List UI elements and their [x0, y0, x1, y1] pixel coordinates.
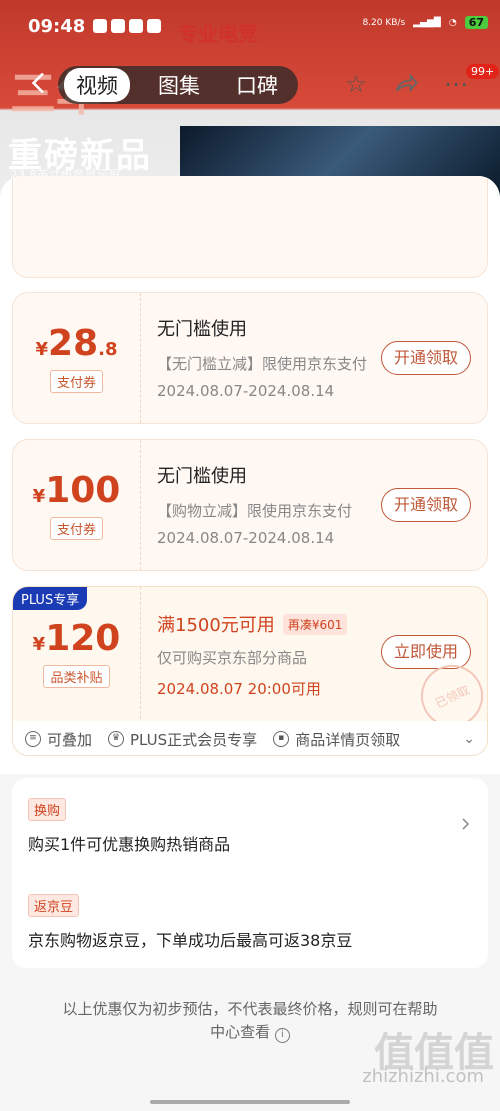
network-speed: 8.20 KB/s: [362, 17, 406, 28]
coupon-title: 无门槛使用: [157, 466, 247, 487]
coupon-icon: ▪: [273, 731, 290, 747]
coupon-date: 2024.08.07-2024.08.14: [157, 529, 335, 547]
coupon-amount: ¥120: [33, 618, 121, 659]
promo-item-exchange[interactable]: 换购 购买1件可优惠换购热销商品: [28, 798, 472, 855]
coupon-description: 仅可购买京东部分商品: [157, 649, 308, 667]
wechat-icon: [111, 19, 126, 33]
coupon-card: ¥100 支付券 无门槛使用 【购物立减】限使用京东支付 2024.08.07-…: [12, 439, 488, 571]
watermark-url: zhizhizhi.com: [362, 1066, 484, 1087]
star-icon[interactable]: ☆: [342, 70, 370, 98]
coupon-amount: ¥100: [33, 470, 121, 511]
currency-symbol: ¥: [32, 486, 46, 507]
share-icon[interactable]: [392, 70, 420, 98]
back-icon[interactable]: [26, 70, 52, 96]
tab-gallery[interactable]: 图集: [150, 68, 208, 102]
coupon-card: ¥28.8 支付券 无门槛使用 【无门槛立减】限使用京东支付 2024.08.0…: [12, 292, 488, 424]
coupon-threshold: 满1500元可用 再凑¥601: [157, 611, 387, 637]
coupon-date: 2024.08.07-2024.08.14: [157, 382, 335, 400]
tab-video[interactable]: 视频: [64, 68, 130, 102]
notification-icons: [93, 19, 162, 33]
status-right: 8.20 KB/s ▂▄▆█ ◔ 67: [362, 16, 488, 29]
coupon-title: 满1500元可用: [157, 615, 275, 636]
currency-symbol: ¥: [35, 339, 49, 360]
promo-text: 京东购物返京豆，下单成功后最高可返38京豆: [28, 931, 353, 950]
claim-button[interactable]: 开通领取: [380, 488, 471, 522]
feature-label: 商品详情页领取: [295, 730, 401, 749]
top-nav: 视频 图集 口碑 ☆ ⋯ 99+: [0, 60, 500, 108]
status-bar: 09:48 专业电竞 8.20 KB/s ▂▄▆█ ◔ 67: [0, 0, 500, 60]
discount-sheet: 优惠 ¥28.8 支付券 无门槛使用 【无门槛立减】限使用京东支付 2024.0…: [0, 176, 500, 1111]
wifi-icon: ◔: [448, 17, 457, 28]
coupon-title: 无门槛使用: [157, 319, 247, 340]
coupon-description: 【购物立减】限使用京东支付: [157, 502, 353, 520]
coupon-details: 无门槛使用 【无门槛立减】限使用京东支付 2024.08.07-2024.08.…: [157, 315, 377, 400]
amount-value: 28: [48, 323, 99, 364]
coupon-date: 2024.08.07 20:00可用: [157, 680, 321, 698]
info-icon[interactable]: i: [274, 1028, 290, 1043]
app-notification-icon: [129, 19, 144, 33]
coupon-type-tag: 品类补贴: [43, 665, 110, 688]
feature-plus-only: ♛ PLUS正式会员专享: [108, 729, 257, 750]
plus-coupon-card: PLUS专享 ¥120 品类补贴 满1500元可用 再凑¥601 仅可购买京东部…: [12, 586, 488, 756]
other-promotions: 换购 购买1件可优惠换购热销商品 返京豆 京东购物返京豆，下单成功后最高可返38…: [12, 778, 488, 968]
chevron-down-icon[interactable]: ⌄: [463, 731, 475, 747]
feature-stackable: ≡ 可叠加: [25, 729, 92, 750]
promo-text: 购买1件可优惠换购热销商品: [28, 835, 231, 854]
media-tabs: 视频 图集 口碑: [58, 66, 298, 104]
coupon-type-tag: 支付券: [49, 370, 103, 393]
coupon-type-tag: 支付券: [49, 517, 103, 540]
coupon-description: 【无门槛立减】限使用京东支付: [157, 355, 368, 373]
promo-tag: 换购: [28, 798, 67, 821]
feature-detail-page: ▪ 商品详情页领取: [273, 729, 400, 750]
feature-label: PLUS正式会员专享: [130, 730, 258, 749]
signal-icon: ▂▄▆█: [413, 17, 441, 28]
brand-overlay: 专业电竞: [178, 22, 258, 46]
claim-button[interactable]: 开通领取: [380, 341, 471, 375]
amount-decimal: .8: [98, 339, 118, 360]
stack-icon: ≡: [25, 731, 41, 747]
chevron-right-icon[interactable]: [460, 818, 472, 830]
amount-value: 100: [45, 470, 121, 511]
crown-icon: ♛: [108, 731, 125, 747]
coupon-value: ¥120 品类补贴: [13, 587, 141, 719]
coupon-amount: ¥28.8: [35, 323, 117, 364]
promo-item-jingdou: 返京豆 京东购物返京豆，下单成功后最高可返38京豆: [28, 894, 472, 951]
coupon-value: ¥100 支付券: [13, 440, 141, 570]
amount-value: 120: [45, 618, 121, 659]
status-time: 09:48: [28, 16, 86, 37]
coupon-card-partial: [12, 176, 488, 278]
promo-tag: 返京豆: [28, 894, 80, 917]
use-now-button[interactable]: 立即使用: [380, 635, 471, 669]
coupon-details: 满1500元可用 再凑¥601 仅可购买京东部分商品 2024.08.07 20…: [157, 611, 387, 699]
home-indicator[interactable]: [150, 1100, 350, 1104]
coupon-value: ¥28.8 支付券: [13, 293, 141, 423]
tab-reviews[interactable]: 口碑: [228, 68, 286, 102]
coupon-details: 无门槛使用 【购物立减】限使用京东支付 2024.08.07-2024.08.1…: [157, 462, 377, 547]
message-badge: 99+: [466, 64, 500, 79]
currency-symbol: ¥: [32, 634, 46, 655]
feature-label: 可叠加: [47, 730, 93, 749]
battery-indicator: 67: [464, 16, 488, 29]
app-notification-icon: [93, 19, 108, 33]
coupon-features[interactable]: ≡ 可叠加 ♛ PLUS正式会员专享 ▪ 商品详情页领取 ⌄: [13, 721, 487, 755]
chat-icon: [147, 19, 162, 33]
add-more-badge: 再凑¥601: [282, 613, 348, 635]
